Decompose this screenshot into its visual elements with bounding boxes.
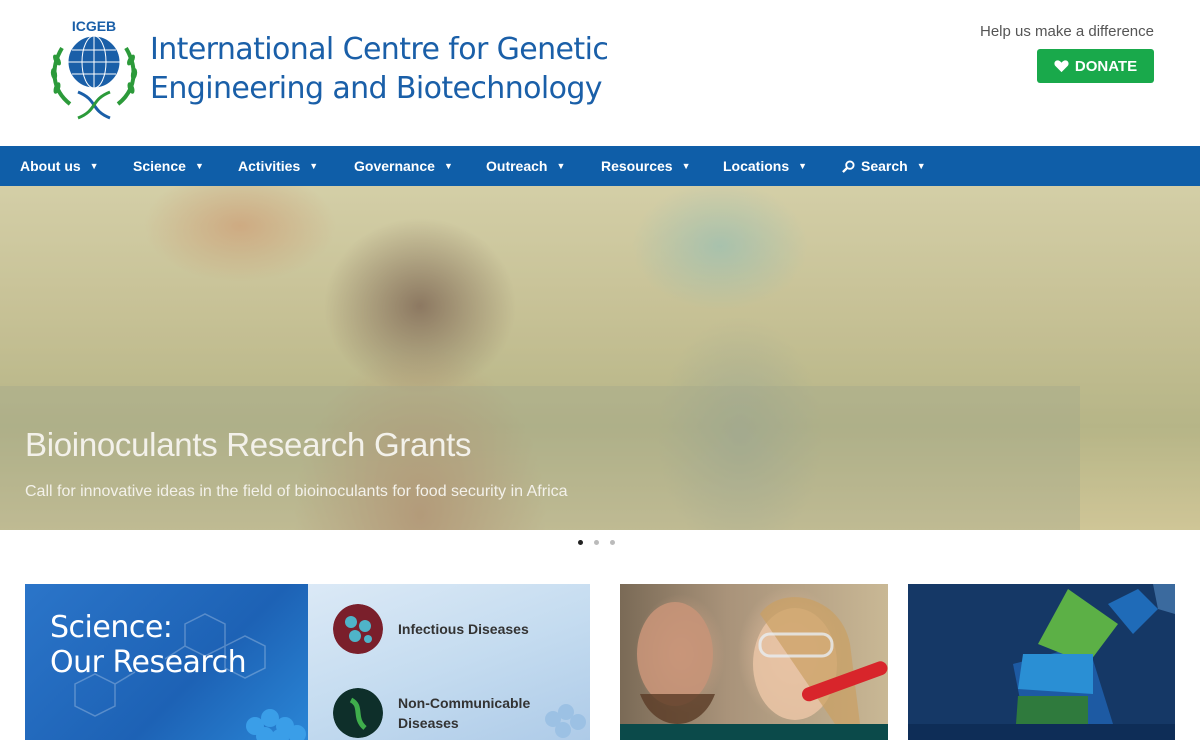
nav-item-about-us[interactable]: About us ▼ (20, 146, 99, 186)
nav-label: About us (20, 158, 81, 174)
hero-subtitle: Call for innovative ideas in the field o… (25, 483, 568, 500)
nav-item-outreach[interactable]: Outreach ▼ (486, 146, 565, 186)
topic-infectious-diseases[interactable]: Infectious Diseases (333, 604, 529, 654)
topic-non-communicable-diseases[interactable]: Non-Communicable Diseases (333, 688, 548, 738)
hero-title[interactable]: Bioinoculants Research Grants (25, 426, 472, 464)
search-icon (842, 159, 855, 173)
science-title-line2: Our Research (50, 645, 247, 680)
caret-down-icon: ▼ (916, 161, 926, 171)
researchers-image (637, 597, 888, 724)
science-card-header[interactable]: Science: Our Research (25, 584, 308, 740)
sdg-wheel-icon (908, 584, 1175, 740)
sdg-wheel-card[interactable] (908, 584, 1175, 740)
science-research-card: Science: Our Research Infectious Disease… (25, 584, 590, 740)
caret-down-icon: ▼ (443, 161, 453, 171)
caret-down-icon: ▼ (556, 161, 566, 171)
sdg-card-footer (908, 724, 1175, 740)
nav-label: Resources (601, 158, 673, 174)
nav-label: Activities (238, 158, 301, 174)
nav-label: Science (133, 158, 186, 174)
organization-name[interactable]: International Centre for Genetic Enginee… (150, 30, 609, 108)
heart-icon (1054, 60, 1069, 73)
slider-pagination (578, 540, 615, 545)
nav-item-resources[interactable]: Resources ▼ (601, 146, 691, 186)
topic-label: Non-Communicable Diseases (398, 695, 531, 731)
nav-label: Locations (723, 158, 790, 174)
photo-card-footer (620, 724, 888, 740)
icgeb-logo[interactable]: ICGEB (48, 18, 140, 124)
caret-down-icon: ▼ (309, 161, 319, 171)
donate-button[interactable]: DONATE (1037, 49, 1154, 83)
main-navigation: About us ▼ Science ▼ Activities ▼ Governanc… (0, 146, 1200, 186)
nav-item-search[interactable]: Search ▼ (842, 146, 926, 186)
org-name-line2: Engineering and Biotechnology (150, 71, 603, 106)
site-header: ICGEB International Centre for Genetic E… (0, 0, 1200, 146)
virus-thumbnail-icon (333, 604, 383, 654)
cell-thumbnail-icon (333, 688, 383, 738)
science-card-title: Science: Our Research (50, 610, 247, 680)
topic-label: Infectious Diseases (398, 621, 529, 637)
caret-down-icon: ▼ (681, 161, 691, 171)
donate-label: DONATE (1074, 57, 1138, 75)
caret-down-icon: ▼ (194, 161, 204, 171)
caret-down-icon: ▼ (89, 161, 99, 171)
help-text: Help us make a difference (980, 23, 1154, 40)
caret-down-icon: ▼ (798, 161, 808, 171)
slider-dot-1[interactable] (578, 540, 583, 545)
nav-item-locations[interactable]: Locations ▼ (723, 146, 807, 186)
science-title-line1: Science: (50, 610, 173, 645)
slider-dot-2[interactable] (594, 540, 599, 545)
nav-item-activities[interactable]: Activities ▼ (238, 146, 318, 186)
molecule-beads-icon (246, 709, 306, 740)
logo-text: ICGEB (72, 18, 116, 34)
hero-slider[interactable]: Bioinoculants Research Grants Call for i… (0, 186, 1200, 530)
nav-label: Search (861, 158, 908, 174)
researchers-photo-card[interactable] (620, 584, 888, 740)
nav-item-science[interactable]: Science ▼ (133, 146, 204, 186)
nav-label: Outreach (486, 158, 548, 174)
nav-item-governance[interactable]: Governance ▼ (354, 146, 453, 186)
science-topics-panel: Infectious Diseases Non-Communicable Dis… (308, 584, 590, 740)
org-name-line1: International Centre for Genetic (150, 32, 609, 67)
nav-label: Governance (354, 158, 435, 174)
slider-dot-3[interactable] (610, 540, 615, 545)
